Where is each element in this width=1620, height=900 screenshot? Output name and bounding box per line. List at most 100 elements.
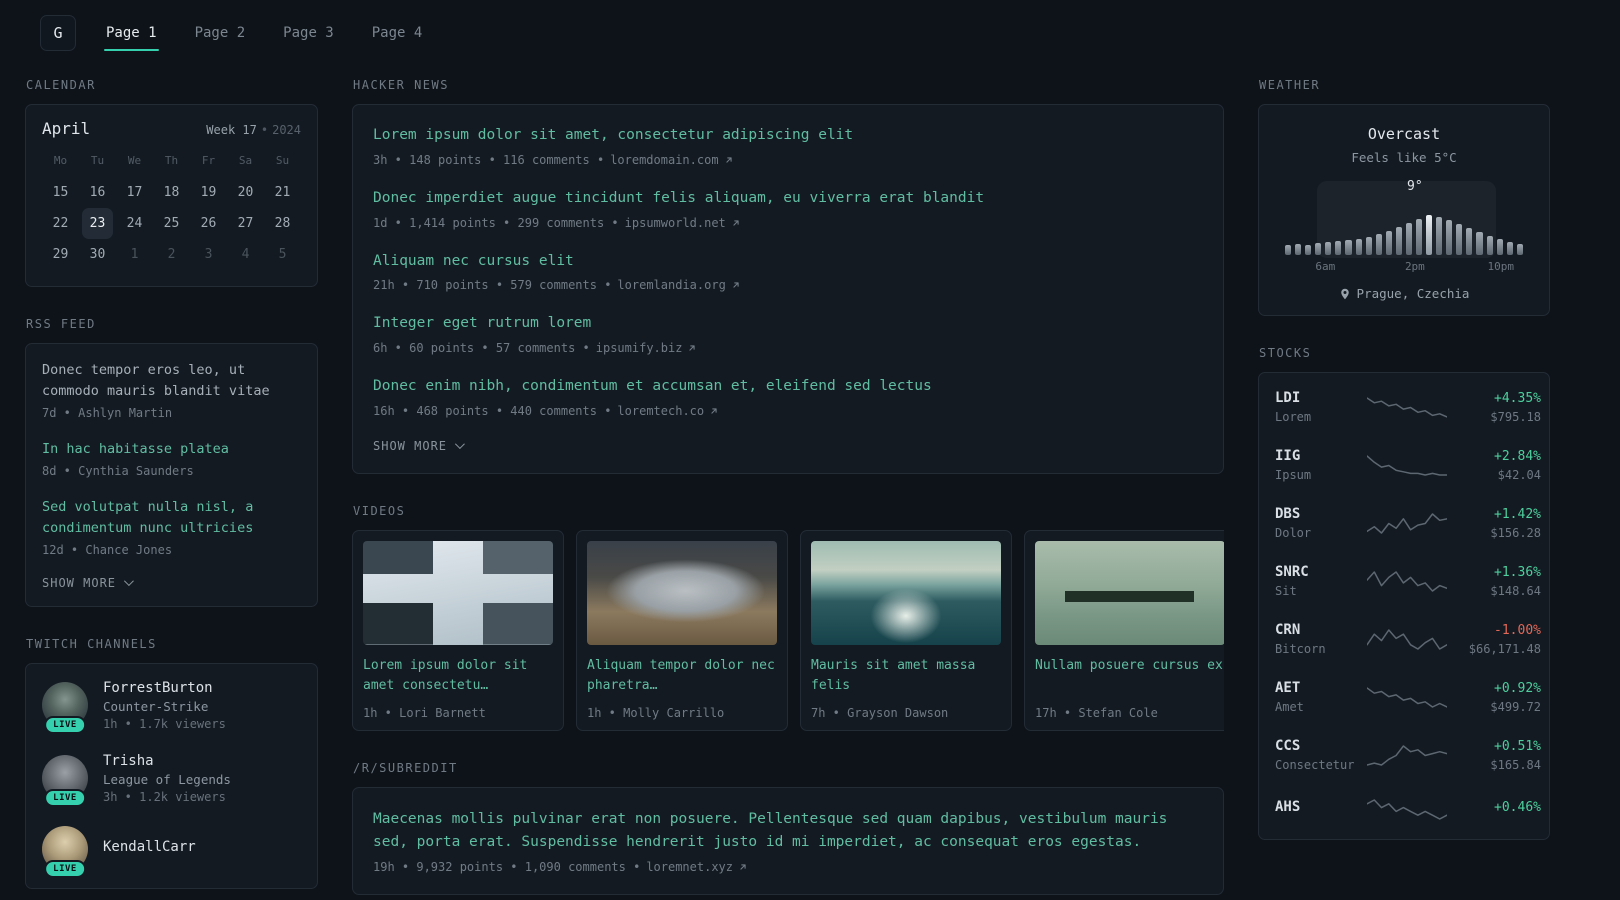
content-columns: CALENDAR April Week 17 • 2024 Mo Tu We Th … [0, 66, 1620, 900]
calendar-week-year: Week 17 • 2024 [206, 123, 301, 137]
video-thumbnail[interactable] [587, 540, 777, 645]
twitch-channel-item[interactable]: LIVE KendallCarr [42, 825, 301, 878]
twitch-widget: TWITCH CHANNELS LIVE ForrestBurton Count… [25, 637, 318, 889]
weather-bar [1355, 239, 1362, 255]
video-thumbnail[interactable] [1035, 540, 1224, 645]
rss-item-title[interactable]: Sed volutpat nulla nisl, a condimentum n… [42, 497, 301, 539]
video-meta: 17h • Stefan Cole [1035, 705, 1158, 720]
stock-price: $499.72 [1490, 699, 1541, 714]
hn-domain-link[interactable]: loremdomain.com [610, 153, 733, 167]
stock-row[interactable]: LDI Lorem +4.35% $795.18 [1275, 378, 1541, 436]
video-title[interactable]: Nullam posuere cursus ex [1035, 656, 1224, 697]
video-title[interactable]: Mauris sit amet massa felis [811, 656, 1001, 697]
video-card[interactable]: Mauris sit amet massa felis 7h • Grayson… [800, 529, 1012, 731]
hn-story-title[interactable]: Donec enim nibh, condimentum et accumsan… [373, 376, 1203, 398]
tab-page-2[interactable]: Page 2 [193, 15, 248, 51]
calendar-card: April Week 17 • 2024 Mo Tu We Th Fr Sa Su [25, 104, 318, 287]
video-title[interactable]: Lorem ipsum dolor sit amet consectetu… [363, 656, 553, 697]
weather-bar [1436, 217, 1443, 255]
video-meta: 1h • Lori Barnett [363, 705, 486, 720]
stock-row[interactable]: AHS +0.46% [1275, 784, 1541, 834]
video-thumbnail[interactable] [811, 540, 1001, 645]
location-pin-icon [1340, 288, 1349, 299]
calendar-day: 19 [200, 185, 217, 200]
show-more-label: SHOW MORE [42, 575, 117, 590]
weather-card: Overcast Feels like 5°C 9° 6am 2pm 10pm … [1258, 104, 1550, 316]
reddit-domain-link[interactable]: loremnet.xyz [646, 860, 748, 874]
channel-meta: 1h • 1.7k viewers [103, 716, 226, 731]
video-title[interactable]: Aliquam tempor dolor nec pharetra… [587, 656, 777, 697]
twitch-channel-item[interactable]: LIVE ForrestBurton Counter-Strike 1h • 1… [42, 680, 301, 735]
rss-item-title[interactable]: In hac habitasse platea [42, 439, 301, 460]
stock-row[interactable]: IIG Ipsum +2.84% $42.04 [1275, 436, 1541, 494]
video-card[interactable]: Lorem ipsum dolor sit amet consectetu… 1… [352, 529, 564, 731]
hn-meta-text: 16h • 468 points • 440 comments • [373, 403, 612, 418]
app-logo[interactable]: G [40, 15, 76, 51]
dow-label: Th [164, 154, 179, 167]
hacker-news-card: Lorem ipsum dolor sit amet, consectetur … [352, 104, 1224, 474]
rss-show-more-button[interactable]: SHOW MORE [42, 576, 301, 590]
stock-change: +1.36% [1494, 564, 1541, 580]
video-thumbnail[interactable] [363, 540, 553, 645]
stock-row[interactable]: DBS Dolor +1.42% $156.28 [1275, 494, 1541, 552]
hn-story: Integer eget rutrum lorem 6h • 60 points… [373, 313, 1203, 355]
hn-story-title[interactable]: Integer eget rutrum lorem [373, 313, 1203, 335]
weather-bar [1295, 244, 1302, 255]
hn-story-title[interactable]: Aliquam nec cursus elit [373, 251, 1203, 273]
calendar-day: 22 [52, 216, 69, 231]
avatar: LIVE [42, 755, 88, 808]
video-meta: 7h • Grayson Dawson [811, 705, 949, 720]
stock-row[interactable]: AET Amet +0.92% $499.72 [1275, 668, 1541, 726]
tab-page-4[interactable]: Page 4 [370, 15, 425, 51]
tab-page-1[interactable]: Page 1 [104, 15, 159, 51]
rss-item-meta: 8d • Cynthia Saunders [42, 463, 194, 478]
twitch-channel-item[interactable]: LIVE Trisha League of Legends 3h • 1.2k … [42, 753, 301, 808]
stocks-widget-header: STOCKS [1259, 346, 1312, 360]
stock-name: Amet [1275, 700, 1304, 714]
weather-bar [1486, 236, 1493, 255]
stock-row[interactable]: CRN Bitcorn -1.00% $66,171.48 [1275, 610, 1541, 668]
video-card[interactable]: Nullam posuere cursus ex 17h • Stefan Co… [1024, 529, 1224, 731]
stock-row[interactable]: SNRC Sit +1.36% $148.64 [1275, 552, 1541, 610]
calendar-day: 1 [130, 247, 139, 262]
hn-story-title[interactable]: Donec imperdiet augue tincidunt felis al… [373, 188, 1203, 210]
stock-sparkline [1367, 568, 1447, 594]
weather-bar [1315, 243, 1322, 255]
hn-widget-header: HACKER NEWS [353, 78, 449, 92]
calendar-day: 3 [204, 247, 213, 262]
show-more-label: SHOW MORE [373, 438, 448, 453]
stock-ticker: AHS [1275, 799, 1301, 815]
rss-item: Sed volutpat nulla nisl, a condimentum n… [42, 497, 301, 557]
calendar-day: 4 [241, 247, 250, 262]
weather-bar [1395, 227, 1402, 255]
avatar: LIVE [42, 825, 88, 878]
tab-page-3[interactable]: Page 3 [281, 15, 336, 51]
hn-domain-link[interactable]: loremlandia.org [617, 278, 740, 292]
page-tabs: Page 1 Page 2 Page 3 Page 4 [104, 15, 424, 51]
stock-price: $66,171.48 [1468, 641, 1541, 656]
weather-bar [1496, 239, 1503, 255]
hn-domain-link[interactable]: loremtech.co [617, 404, 719, 418]
hn-show-more-button[interactable]: SHOW MORE [373, 439, 1203, 453]
channel-name: ForrestBurton [103, 679, 213, 696]
hn-meta-text: 21h • 710 points • 579 comments • [373, 278, 612, 293]
right-column: WEATHER Overcast Feels like 5°C 9° 6am 2… [1258, 78, 1550, 870]
stock-change: +0.92% [1494, 680, 1541, 696]
hn-story-title[interactable]: Lorem ipsum dolor sit amet, consectetur … [373, 125, 1203, 147]
video-card[interactable]: Aliquam tempor dolor nec pharetra… 1h • … [576, 529, 788, 731]
reddit-post-title[interactable]: Maecenas mollis pulvinar erat non posuer… [373, 808, 1203, 854]
stock-price: $148.64 [1490, 583, 1541, 598]
channel-name: KendallCarr [103, 839, 196, 856]
reddit-domain: loremnet.xyz [646, 860, 734, 875]
weather-bar [1285, 245, 1292, 255]
stock-price: $156.28 [1490, 525, 1541, 540]
rss-item-title[interactable]: Donec tempor eros leo, ut commodo mauris… [42, 360, 301, 402]
stock-row[interactable]: CCS Consectetur +0.51% $165.84 [1275, 726, 1541, 784]
hn-domain-link[interactable]: ipsumworld.net [625, 216, 741, 230]
hn-domain-link[interactable]: ipsumify.biz [596, 341, 698, 355]
reddit-widget-header: /R/SUBREDDIT [353, 760, 458, 775]
stock-name: Bitcorn [1275, 642, 1326, 656]
twitch-channel-info: ForrestBurton Counter-Strike 1h • 1.7k v… [103, 680, 226, 731]
stock-name: Ipsum [1275, 468, 1312, 482]
weather-bar [1385, 231, 1392, 255]
